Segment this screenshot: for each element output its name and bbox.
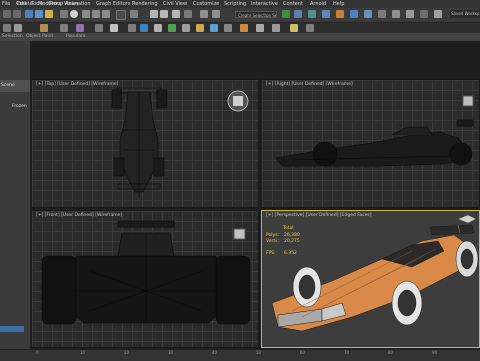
select-move-icon[interactable] — [82, 10, 90, 18]
select-by-name-icon[interactable] — [70, 10, 78, 18]
ribbon-tab-populate[interactable]: Populate — [66, 33, 86, 41]
select-object-icon[interactable] — [60, 10, 68, 18]
material-editor-icon[interactable] — [350, 10, 358, 18]
ribbon-tool-11-icon[interactable] — [168, 24, 176, 32]
menu-arnold[interactable]: Arnold — [310, 0, 326, 8]
timeline-bar[interactable] — [0, 349, 480, 361]
menu-help[interactable]: Help — [333, 0, 344, 8]
viewport-right[interactable]: [+] [Right] [User Defined] [Wireframe] — [261, 79, 480, 208]
ribbon-tool-13-icon[interactable] — [196, 24, 204, 32]
percent-snap-icon[interactable] — [172, 10, 180, 18]
ribbon-tool-16-icon[interactable] — [240, 24, 248, 32]
link-icon[interactable] — [25, 10, 33, 18]
timeline-tick: 0 — [36, 350, 39, 355]
menu-rendering[interactable]: Rendering — [132, 0, 158, 8]
ribbon-tool-20-icon[interactable] — [306, 24, 314, 32]
menu-interactive[interactable]: Interactive — [251, 0, 278, 8]
scene-explorer-title: Scene — [1, 83, 15, 88]
ribbon-tool-3-icon[interactable] — [40, 24, 48, 32]
bind-space-warp-icon[interactable] — [45, 10, 53, 18]
snap-toggle-icon[interactable] — [150, 10, 158, 18]
ribbon-tool-8-icon[interactable] — [128, 24, 136, 32]
ribbon-tool-18-icon[interactable] — [272, 24, 280, 32]
ribbon-tab-selection[interactable]: Selection — [2, 33, 23, 41]
pivot-icon[interactable] — [130, 10, 138, 18]
panel-scroll-thumb[interactable] — [0, 326, 24, 332]
timeline-tick: 60 — [300, 350, 306, 355]
workspace-selector[interactable]: Saved Worksp — [450, 10, 480, 18]
menu-civil-view[interactable]: Civil View — [163, 0, 187, 8]
ribbon-tool-17-icon[interactable] — [256, 24, 264, 32]
menu-modifiers[interactable]: Modifiers — [38, 0, 61, 8]
viewcube-right-icon[interactable] — [262, 80, 480, 208]
ribbon-tool-15-icon[interactable] — [224, 24, 232, 32]
ribbon-tool-19-icon[interactable] — [290, 24, 298, 32]
layer-explorer-icon[interactable] — [294, 10, 302, 18]
curve-editor-icon[interactable] — [322, 10, 330, 18]
scene-explorer-icon[interactable] — [282, 10, 290, 18]
reference-coordinate-icon[interactable] — [116, 10, 126, 20]
timeline-tick: 40 — [212, 350, 218, 355]
ribbon-tool-9-icon[interactable] — [140, 24, 148, 32]
ribbon-tool-12-icon[interactable] — [182, 24, 190, 32]
viewport-front[interactable]: [+] [Front] [User Defined] [Wireframe] — [31, 210, 259, 348]
ribbon-tool-7-icon[interactable] — [110, 24, 118, 32]
ribbon-tool-2-icon[interactable] — [14, 24, 22, 32]
schematic-view-icon[interactable] — [336, 10, 344, 18]
spinner-snap-icon[interactable] — [184, 10, 192, 18]
select-scale-icon[interactable] — [102, 10, 110, 18]
menu-content[interactable]: Content — [283, 0, 303, 8]
viewcube-front-icon[interactable] — [32, 211, 259, 348]
viewport-perspective[interactable]: [+] [Perspective] [User Defined] [Edged … — [261, 210, 480, 348]
render-in-cloud-icon[interactable] — [420, 10, 428, 18]
undo-icon[interactable] — [3, 10, 11, 18]
menu-customize[interactable]: Customize — [193, 0, 219, 8]
select-rotate-icon[interactable] — [92, 10, 100, 18]
edit-named-selection-icon[interactable] — [200, 10, 208, 18]
timeline-tick: 90 — [432, 350, 438, 355]
timeline-tick: 50 — [256, 350, 262, 355]
ribbon-tool-5-icon[interactable] — [76, 24, 84, 32]
timeline-tick: 80 — [388, 350, 394, 355]
timeline-tick: 20 — [124, 350, 130, 355]
timeline-tick: 70 — [344, 350, 350, 355]
viewcube-icon[interactable] — [32, 80, 259, 208]
render-production-icon[interactable] — [392, 10, 400, 18]
ribbon-tool-10-icon[interactable] — [154, 24, 162, 32]
ribbon-tab-object-paint[interactable]: Object Paint — [26, 33, 53, 41]
rendered-frame-window-icon[interactable] — [378, 10, 386, 18]
viewcube-perspective-icon[interactable] — [262, 211, 480, 348]
arnold-render-icon[interactable] — [434, 10, 442, 18]
selection-set-dropdown[interactable]: Create Selection Se — [235, 11, 277, 18]
timeline-tick: 30 — [168, 350, 174, 355]
ribbon-tool-6-icon[interactable] — [95, 24, 103, 32]
menu-bar-row: Create Modifiers Animation Graph Editors… — [0, 0, 480, 8]
timeline-tick: 10 — [80, 350, 86, 355]
render-iterative-icon[interactable] — [406, 10, 414, 18]
render-setup-icon[interactable] — [364, 10, 372, 18]
viewport-top[interactable]: [+] [Top] [User Defined] [Wireframe] — [31, 79, 259, 208]
mirror-icon[interactable] — [212, 10, 220, 18]
redo-icon[interactable] — [13, 10, 21, 18]
ribbon-tool-4-icon[interactable] — [60, 24, 68, 32]
toggle-ribbon-icon[interactable] — [308, 10, 316, 18]
menu-scripting[interactable]: Scripting — [224, 0, 246, 8]
menu-graph-editors[interactable]: Graph Editors — [96, 0, 130, 8]
angle-snap-icon[interactable] — [160, 10, 168, 18]
menu-animation[interactable]: Animation — [65, 0, 91, 8]
unlink-icon[interactable] — [35, 10, 43, 18]
ribbon-tool-1-icon[interactable] — [3, 24, 11, 32]
menu-create[interactable]: Create — [16, 0, 33, 8]
ribbon-tool-14-icon[interactable] — [210, 24, 218, 32]
scene-item-frozen[interactable]: Frozen — [12, 104, 27, 109]
